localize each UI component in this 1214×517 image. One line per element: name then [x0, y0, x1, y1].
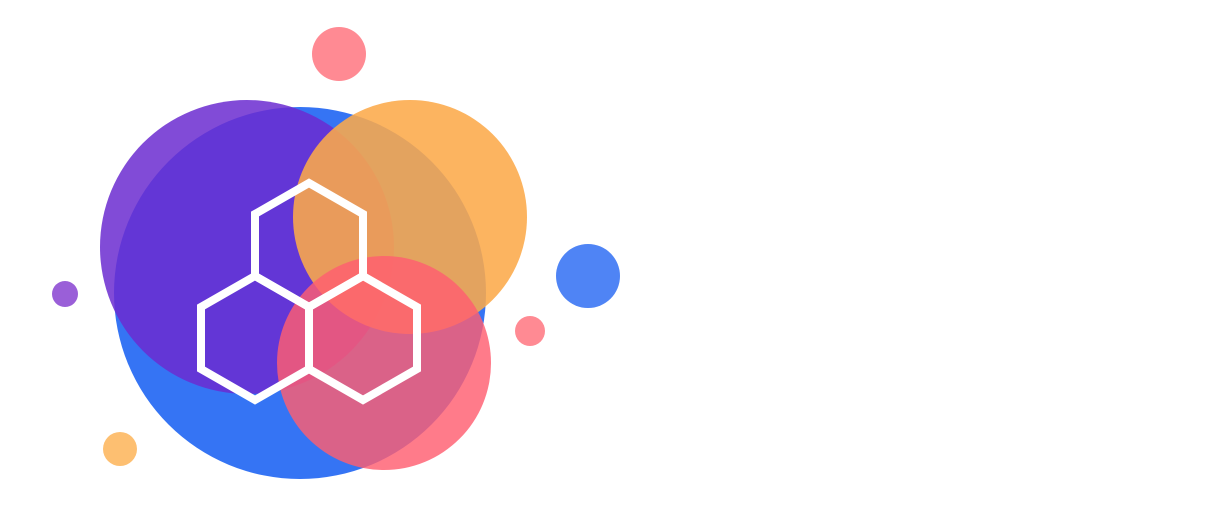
logo-artwork	[52, 27, 620, 479]
logo-canvas	[0, 0, 1214, 517]
pink-dot	[312, 27, 366, 81]
purple-dot	[52, 281, 78, 307]
blue-dot	[556, 244, 620, 308]
orange-dot	[103, 432, 137, 466]
small-pink-dot	[515, 316, 545, 346]
